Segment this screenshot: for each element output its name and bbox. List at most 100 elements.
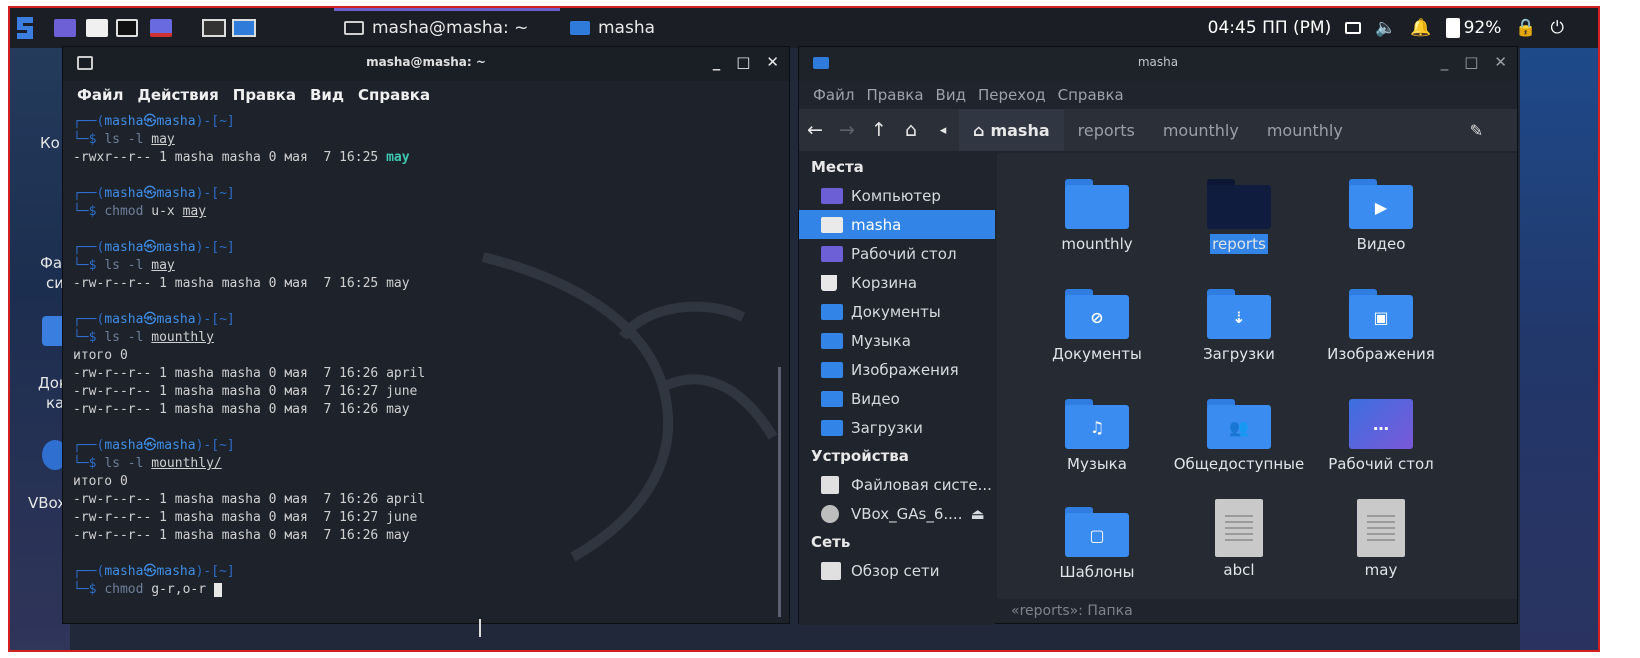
- sidebar-item-music[interactable]: Музыка: [799, 326, 995, 355]
- public-folder-icon: 👥: [1207, 399, 1271, 449]
- terminal-titlebar[interactable]: masha@masha: ~ _ □ ✕: [63, 47, 789, 81]
- file-label: may: [1364, 561, 1398, 579]
- menu-edit[interactable]: Правка: [866, 86, 923, 104]
- file-manager-window[interactable]: masha _ □ ✕ Файл Правка Вид Переход Спра…: [798, 46, 1518, 625]
- maximize-button[interactable]: □: [736, 53, 750, 71]
- file-label: reports: [1210, 234, 1268, 254]
- file-manager-launcher-icon[interactable]: [86, 14, 108, 42]
- folder-item[interactable]: mounthly: [1027, 179, 1167, 253]
- edit-location-icon[interactable]: ✎: [1470, 121, 1483, 140]
- file-label: Изображения: [1327, 345, 1435, 363]
- sidebar-item-vbox-cd[interactable]: VBox_GAs_6.... ⏏: [799, 499, 995, 528]
- terminal-scrollbar[interactable]: [778, 367, 781, 617]
- text-file-icon: [1357, 499, 1405, 557]
- breadcrumb-mounthly[interactable]: mounthly: [1149, 109, 1253, 151]
- notification-bell-icon[interactable]: 🔔: [1410, 18, 1431, 38]
- terminal-window[interactable]: masha@masha: ~ _ □ ✕ Файл Действия Правк…: [62, 46, 790, 637]
- taskbar-files[interactable]: masha: [570, 12, 655, 44]
- downloads-folder-icon: [821, 419, 843, 436]
- menu-edit[interactable]: Правка: [233, 86, 296, 104]
- screen: masha@masha: ~ masha 04:45 ПП (PM) 🔈 🔔 9…: [8, 6, 1600, 652]
- workspace-1-icon[interactable]: [202, 14, 226, 42]
- menu-file[interactable]: Файл: [77, 86, 124, 104]
- music-folder-icon: [821, 332, 843, 349]
- command-line: └─$ chmod u-x may: [73, 204, 207, 219]
- folder-item[interactable]: ▣ Изображения: [1311, 289, 1451, 363]
- prompt-line: ┌──(masha㉿masha)-[~]: [73, 564, 235, 579]
- menu-go[interactable]: Переход: [978, 86, 1046, 104]
- breadcrumb-scroll-left-button[interactable]: ◂: [927, 123, 959, 138]
- terminal-output[interactable]: ┌──(masha㉿masha)-[~] └─$ ls -l may -rwxr…: [73, 113, 769, 637]
- display-icon[interactable]: [1345, 22, 1362, 34]
- sidebar-item-trash[interactable]: Корзина: [799, 268, 995, 297]
- file-item[interactable]: may: [1311, 499, 1451, 579]
- sidebar-item-computer[interactable]: Компьютер: [799, 181, 995, 210]
- close-button[interactable]: ✕: [1494, 53, 1507, 71]
- menu-help[interactable]: Справка: [1058, 86, 1124, 104]
- forward-button[interactable]: →: [831, 119, 863, 141]
- breadcrumb-label: masha: [990, 120, 1050, 140]
- folder-item-selected[interactable]: reports: [1169, 179, 1309, 254]
- terminal-title: masha@masha: ~: [366, 55, 486, 69]
- documents-folder-icon: [821, 303, 843, 320]
- menu-help[interactable]: Справка: [358, 86, 430, 104]
- videos-folder-icon: [821, 390, 843, 407]
- sidebar-item-network[interactable]: Обзор сети: [799, 556, 995, 585]
- desktop-folder-icon: [821, 245, 843, 262]
- menu-view[interactable]: Вид: [936, 86, 966, 104]
- terminal-icon: [344, 21, 364, 35]
- menu-file[interactable]: Файл: [813, 86, 854, 104]
- menu-actions[interactable]: Действия: [138, 86, 219, 104]
- sidebar: Места Компьютер masha Рабочий стол Корзи…: [799, 153, 995, 625]
- folder-item[interactable]: ⇣ Загрузки: [1169, 289, 1309, 363]
- taskbar-terminal-label: masha@masha: ~: [372, 18, 529, 38]
- desktop-icon[interactable]: [54, 14, 76, 42]
- home-button[interactable]: ⌂: [895, 119, 927, 141]
- sidebar-item-pictures[interactable]: Изображения: [799, 355, 995, 384]
- volume-icon[interactable]: 🔈: [1375, 18, 1396, 38]
- close-button[interactable]: ✕: [766, 53, 779, 71]
- file-item[interactable]: abcl: [1169, 499, 1309, 579]
- output-line: -rw-r--r-- 1 masha masha 0 мая 7 16:26 a…: [73, 492, 426, 507]
- sidebar-item-desktop[interactable]: Рабочий стол: [799, 239, 995, 268]
- folder-item[interactable]: ⊘ Документы: [1027, 289, 1167, 363]
- lock-icon[interactable]: 🔒: [1515, 18, 1536, 38]
- terminal-menubar: Файл Действия Правка Вид Справка: [63, 81, 789, 109]
- current-command-line[interactable]: └─$ chmod g-r,o-r: [73, 581, 769, 599]
- folder-item[interactable]: … Рабочий стол: [1311, 399, 1451, 473]
- folder-icon: [570, 21, 590, 35]
- breadcrumb-reports[interactable]: reports: [1064, 109, 1149, 151]
- eject-icon[interactable]: ⏏: [970, 505, 984, 523]
- breadcrumb-mounthly-2[interactable]: mounthly: [1253, 109, 1357, 151]
- pictures-folder-icon: ▣: [1349, 289, 1413, 339]
- taskbar-terminal[interactable]: masha@masha: ~: [344, 12, 528, 44]
- folder-item[interactable]: ▢ Шаблоны: [1027, 507, 1167, 581]
- folder-item[interactable]: ♫ Музыка: [1027, 399, 1167, 473]
- system-tray: 04:45 ПП (PM) 🔈 🔔 92% 🔒 ⏻: [1208, 8, 1564, 48]
- sidebar-item-videos[interactable]: Видео: [799, 384, 995, 413]
- up-button[interactable]: ↑: [863, 119, 895, 141]
- maximize-button[interactable]: □: [1464, 53, 1478, 71]
- minimize-button[interactable]: _: [1441, 53, 1449, 71]
- file-manager-titlebar[interactable]: masha _ □ ✕: [799, 47, 1517, 81]
- workspace-2-icon[interactable]: [232, 14, 256, 42]
- browser-launcher-icon[interactable]: [150, 14, 172, 42]
- menu-view[interactable]: Вид: [310, 86, 344, 104]
- folder-item[interactable]: 👥 Общедоступные: [1169, 399, 1309, 473]
- optical-disc-icon: [821, 504, 839, 523]
- sidebar-item-masha[interactable]: masha: [799, 210, 995, 239]
- battery-icon[interactable]: [1445, 18, 1460, 38]
- kali-menu-icon[interactable]: [14, 14, 36, 42]
- sidebar-item-filesystem[interactable]: Файловая систе...: [799, 470, 995, 499]
- terminal-launcher-icon[interactable]: [116, 14, 138, 42]
- downloads-folder-icon: ⇣: [1207, 289, 1271, 339]
- clock[interactable]: 04:45 ПП (PM): [1208, 18, 1332, 38]
- sidebar-item-documents[interactable]: Документы: [799, 297, 995, 326]
- breadcrumb-home[interactable]: ⌂ masha: [959, 109, 1064, 151]
- back-button[interactable]: ←: [799, 119, 831, 141]
- minimize-button[interactable]: _: [713, 53, 721, 71]
- folder-item[interactable]: ▶ Видео: [1311, 179, 1451, 253]
- power-icon[interactable]: ⏻: [1551, 18, 1564, 38]
- sidebar-item-downloads[interactable]: Загрузки: [799, 413, 995, 442]
- output-line: итого 0: [73, 348, 128, 363]
